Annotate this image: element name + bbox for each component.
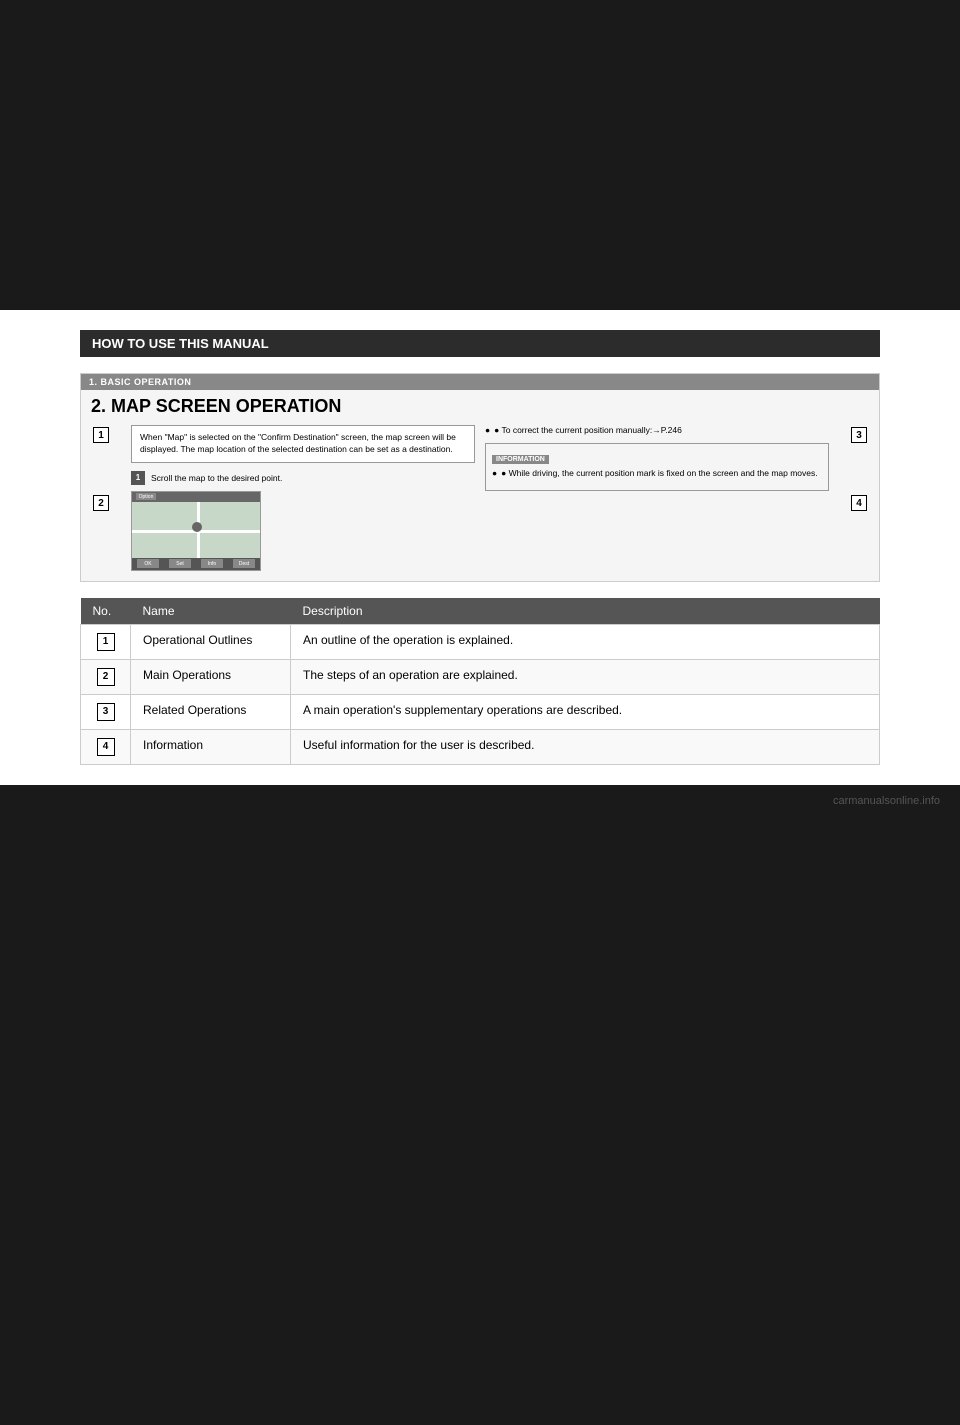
map-thumbnail: Option OK Set Info Dest — [131, 491, 261, 571]
section-header: HOW TO USE THIS MANUAL — [80, 330, 880, 357]
diagram-title-text: 2. MAP SCREEN OPERATION — [91, 396, 341, 416]
diagram-label-4: 4 — [851, 495, 867, 511]
table-row: 4 InformationUseful information for the u… — [81, 729, 880, 764]
diagram-label-2: 2 — [93, 495, 109, 511]
diagram-label-1: 1 — [93, 427, 109, 443]
step-text: Scroll the map to the desired point. — [151, 473, 282, 483]
table-cell-no: 3 — [81, 694, 131, 729]
map-bottom-bar: OK Set Info Dest — [132, 558, 260, 570]
diagram-left-text: When "Map" is selected on the "Confirm D… — [140, 432, 456, 454]
table-cell-desc: The steps of an operation are explained. — [291, 659, 880, 694]
step-number: 1 — [131, 471, 145, 485]
table-cell-desc: A main operation's supplementary operati… — [291, 694, 880, 729]
table-row: 2 Main OperationsThe steps of an operatio… — [81, 659, 880, 694]
info-box: INFORMATION ● ● While driving, the curre… — [485, 443, 829, 491]
top-dark-bar — [0, 0, 960, 310]
table-cell-desc: Useful information for the user is descr… — [291, 729, 880, 764]
info-label: INFORMATION — [492, 455, 549, 464]
diagram-container: 1. BASIC OPERATION 2. MAP SCREEN OPERATI… — [80, 373, 880, 582]
col-header-desc-text: Description — [303, 604, 363, 618]
map-btn-4: Dest — [233, 559, 255, 568]
table-cell-no: 4 — [81, 729, 131, 764]
num-badge: 3 — [97, 703, 115, 721]
diagram-left: When "Map" is selected on the "Confirm D… — [131, 425, 475, 571]
map-btn-2: Set — [169, 559, 191, 568]
col-header-no: No. — [81, 598, 131, 625]
map-option-btn: Option — [136, 493, 156, 500]
bullet-dot: ● — [485, 425, 490, 437]
map-top-bar: Option — [132, 492, 260, 502]
info-label-text: INFORMATION — [496, 456, 545, 463]
diagram-relative-wrapper: 1 2 3 4 When "Map" is selected on the "C… — [121, 425, 839, 581]
page-wrapper: HOW TO USE THIS MANUAL 1. BASIC OPERATIO… — [0, 0, 960, 1425]
content-area: HOW TO USE THIS MANUAL 1. BASIC OPERATIO… — [0, 310, 960, 785]
info-bullet: ● ● While driving, the current position … — [492, 468, 822, 480]
map-btn-3: Info — [201, 559, 223, 568]
right-bullet: ● ● To correct the current position manu… — [485, 425, 829, 437]
diagram-cols: When "Map" is selected on the "Confirm D… — [121, 425, 839, 581]
num-badge: 2 — [97, 668, 115, 686]
bottom-dark-bar: carmanualsonline.info — [0, 785, 960, 1425]
info-bullet-text: ● While driving, the current position ma… — [501, 468, 817, 480]
table-body: 1 Operational OutlinesAn outline of the o… — [81, 624, 880, 764]
table-cell-desc: An outline of the operation is explained… — [291, 624, 880, 659]
section-header-text: HOW TO USE THIS MANUAL — [92, 336, 269, 351]
table-cell-no: 1 — [81, 624, 131, 659]
table-header-row: No. Name Description — [81, 598, 880, 625]
map-position-marker — [192, 522, 202, 532]
diagram-header-bar: 1. BASIC OPERATION — [81, 374, 879, 390]
right-bullet-text: ● To correct the current position manual… — [494, 425, 682, 437]
watermark-text: carmanualsonline.info — [833, 795, 940, 807]
table-cell-name: Information — [131, 729, 291, 764]
num-badge: 1 — [97, 633, 115, 651]
diagram-left-textbox: When "Map" is selected on the "Confirm D… — [131, 425, 475, 463]
map-btn-1: OK — [137, 559, 159, 568]
num-badge: 4 — [97, 738, 115, 756]
col-header-no-text: No. — [93, 604, 112, 618]
table-cell-name: Related Operations — [131, 694, 291, 729]
col-header-name: Name — [131, 598, 291, 625]
diagram-label-3: 3 — [851, 427, 867, 443]
step-text-content: Scroll the map to the desired point. — [151, 473, 282, 483]
step-row: 1 Scroll the map to the desired point. — [131, 471, 475, 485]
diagram-title: 2. MAP SCREEN OPERATION — [81, 390, 879, 425]
table-cell-no: 2 — [81, 659, 131, 694]
table-cell-name: Main Operations — [131, 659, 291, 694]
diagram-header-text: 1. BASIC OPERATION — [89, 377, 191, 387]
table-row: 3 Related OperationsA main operation's su… — [81, 694, 880, 729]
info-table: No. Name Description 1 Operational Outlin… — [80, 598, 880, 765]
step-number-text: 1 — [136, 473, 140, 482]
col-header-name-text: Name — [143, 604, 175, 618]
diagram-right: ● ● To correct the current position manu… — [485, 425, 829, 571]
col-header-desc: Description — [291, 598, 880, 625]
watermark: carmanualsonline.info — [0, 785, 960, 817]
info-bullet-dot: ● — [492, 468, 497, 480]
table-cell-name: Operational Outlines — [131, 624, 291, 659]
table-row: 1 Operational OutlinesAn outline of the o… — [81, 624, 880, 659]
